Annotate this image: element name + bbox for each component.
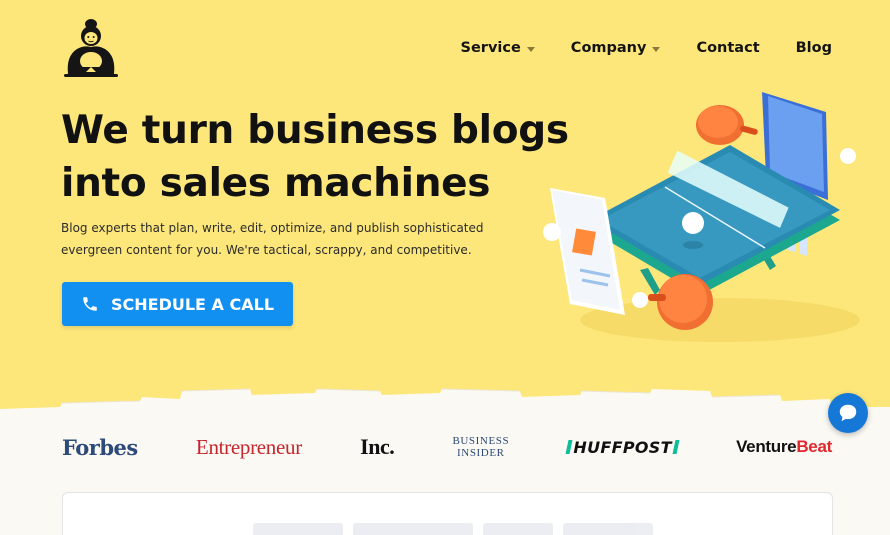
forbes-logo: Forbes: [62, 434, 138, 460]
press-logos: Forbes Entrepreneur Inc. BUSINESS INSIDE…: [62, 432, 832, 462]
content-card: [62, 492, 833, 535]
huffpost-bar-icon: [672, 440, 680, 454]
business-insider-line-2: INSIDER: [457, 447, 505, 459]
venturebeat-part-a: Venture: [736, 437, 797, 456]
chat-bubble-icon: [839, 404, 857, 422]
schedule-call-label: SCHEDULE A CALL: [110, 294, 275, 314]
chat-button[interactable]: [828, 393, 868, 433]
nav-item-label: Company: [570, 40, 647, 56]
main-nav: Service Company Contact Blog: [461, 40, 832, 56]
chevron-down-icon: [652, 46, 661, 52]
nav-item-label: Blog: [795, 40, 832, 56]
schedule-call-button[interactable]: SCHEDULE A CALL: [62, 282, 293, 326]
subtext-line-1: Blog experts that plan, write, edit, opt…: [61, 221, 484, 235]
ping-pong-table-illustration: [530, 80, 880, 350]
headline-line-1: We turn business blogs: [61, 108, 569, 153]
hero-subtext: Blog experts that plan, write, edit, opt…: [61, 217, 491, 261]
nav-item-contact[interactable]: Contact: [696, 40, 759, 56]
nav-item-blog[interactable]: Blog: [796, 40, 832, 56]
headline-line-2: into sales machines: [61, 161, 491, 206]
venturebeat-part-b: Beat: [796, 437, 832, 456]
huffpost-logo: HUFFPOST: [565, 437, 680, 457]
torn-paper-edge: [0, 388, 890, 415]
chevron-down-icon: [526, 46, 535, 52]
nav-item-label: Contact: [696, 40, 760, 56]
huffpost-bar-icon: [565, 440, 573, 454]
venturebeat-logo: VentureBeat: [736, 437, 832, 457]
hero-headline: We turn business blogs into sales machin…: [61, 104, 581, 210]
nav-item-company[interactable]: Company: [571, 40, 661, 56]
phone-icon: [83, 297, 97, 311]
hero-section: Service Company Contact Blog We turn bus…: [0, 0, 890, 410]
nav-item-service[interactable]: Service: [461, 40, 535, 56]
business-insider-line-1: BUSINESS: [452, 435, 510, 447]
huffpost-label: HUFFPOST: [573, 437, 672, 457]
card-placeholder: [253, 523, 653, 535]
nav-item-label: Service: [460, 40, 521, 56]
inc-logo: Inc.: [360, 434, 395, 459]
subtext-line-2: evergreen content for you. We're tactica…: [61, 243, 472, 257]
business-insider-logo: BUSINESS INSIDER: [452, 435, 509, 459]
sumo-logo-icon[interactable]: [62, 18, 120, 78]
entrepreneur-logo: Entrepreneur: [195, 434, 302, 459]
